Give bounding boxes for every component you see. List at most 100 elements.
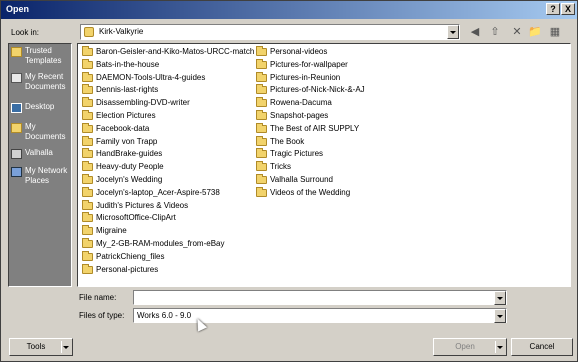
folder-name: Personal-videos [270,47,328,56]
chevron-down-icon[interactable] [447,25,459,39]
folder-icon [256,173,267,184]
place-desktop[interactable]: Desktop [9,102,71,116]
folder-name: Migraine [96,226,127,236]
folder-icon [82,263,93,274]
folder-name: DAEMON-Tools-Ultra-4-guides [96,72,206,82]
folder-icon [82,225,93,236]
folder-icon [256,109,267,120]
place-my-documents[interactable]: My Documents [9,122,71,146]
folder-icon [82,71,93,82]
folder-icon [256,97,267,108]
place-label: My Documents [25,122,66,141]
folder-icon [256,186,267,197]
place-label: My Network Places [25,166,68,185]
file-name-label: File name: [79,293,117,302]
folder-icon [82,161,93,172]
folder-icon [82,58,93,69]
folder-icon [82,122,93,133]
open-label: Open [455,342,475,351]
window-title: Open [6,4,30,14]
folder-name: The Best of AIR SUPPLY [270,123,360,133]
user-folder-icon [84,27,94,37]
folder-icon [256,135,267,146]
cancel-button[interactable]: Cancel [511,338,573,356]
folder-icon [82,173,93,184]
place-trusted-templates[interactable]: Trusted Templates [9,46,71,70]
folder-name: Snapshot-pages [270,110,329,120]
place-label: Trusted Templates [25,46,62,65]
chevron-down-icon[interactable] [494,309,506,323]
folder-name: Baron-Geisler-and-Kiko-Matos-URCC-match [96,47,255,56]
look-in-value: Kirk-Valkyrie [99,27,144,36]
places-bar: Trusted Templates My Recent Documents De… [8,43,72,287]
folder-name: Disassembling-DVD-writer [96,98,190,108]
folder-name: Pictures-in-Reunion [270,72,341,82]
help-button[interactable]: ? [546,3,560,15]
desktop-icon [11,103,22,113]
chevron-down-icon[interactable] [494,291,506,305]
open-button[interactable]: Open [433,338,507,356]
folder-name: The Book [270,136,305,146]
file-type-value: Works 6.0 - 9.0 [137,311,192,320]
folder-name: Valhalla Surround [270,174,334,184]
folder-icon [82,199,93,210]
network-icon [11,167,22,177]
tools-button[interactable]: Tools [9,338,73,356]
folder-icon [82,212,93,223]
tools-label: Tools [26,342,46,351]
folder-icon [11,123,22,133]
folder-name: Videos of the Wedding [270,187,351,197]
open-dialog: Open ? X Look in: Kirk-Valkyrie ◀ ⇧ ✕ 📁 … [0,0,578,362]
back-icon[interactable]: ◀ [467,23,483,41]
new-folder-icon[interactable]: 📁 [527,23,543,41]
cancel-label: Cancel [529,342,555,351]
look-in-dropdown[interactable]: Kirk-Valkyrie [80,24,460,40]
folder-name: Pictures-for-wallpaper [270,59,348,69]
split-divider [495,341,496,353]
folder-icon [256,161,267,172]
folder-name: Tragic Pictures [270,149,324,159]
folder-icon [256,58,267,69]
folder-name: Bats-in-the-house [96,59,160,69]
file-list[interactable]: Baron-Geisler-and-Kiko-Matos-URCC-match … [77,43,571,287]
folder-name: Facebook-data [96,123,150,133]
folder-icon [82,109,93,120]
folder-icon [82,237,93,248]
split-divider [61,341,62,353]
folder-icon [11,47,22,57]
place-network-places[interactable]: My Network Places [9,166,71,190]
folder-icon [82,84,93,95]
folder-name: PatrickChieng_files [96,251,165,261]
folder-name: Heavy-duty People [96,162,164,172]
folder-name: Election Pictures [96,110,156,120]
folder-name: Personal-pictures [96,264,159,274]
file-type-dropdown[interactable]: Works 6.0 - 9.0 [133,308,507,323]
up-folder-icon[interactable]: ⇧ [487,23,503,41]
place-recent-documents[interactable]: My Recent Documents [9,72,71,96]
place-label: Valhalla [25,148,53,157]
folder-icon [82,46,93,56]
place-label: My Recent Documents [25,72,66,91]
folder-icon [82,135,93,146]
folder-name: Jocelyn's Wedding [96,174,163,184]
file-name-field[interactable] [133,290,507,305]
folder-icon [256,84,267,95]
folder-name: HandBrake-guides [96,149,163,159]
folder-icon [256,71,267,82]
drive-icon [11,149,22,159]
file-type-label: Files of type: [79,311,125,320]
folder-name: Tricks [270,162,292,172]
delete-icon[interactable]: ✕ [509,23,525,41]
folder-name: Pictures-of-Nick-Nick-&-AJ [270,85,365,95]
folder-icon [256,46,267,56]
close-button[interactable]: X [561,3,575,15]
folder-name: Dennis-last-rights [96,85,159,95]
look-in-label: Look in: [11,28,40,37]
folder-icon [82,148,93,159]
views-icon[interactable]: ▦ [547,23,563,41]
place-label: Desktop [25,102,55,111]
place-valhalla[interactable]: Valhalla [9,148,71,162]
folder-name: Rowena-Dacuma [270,98,332,108]
folder-name: Family von Trapp [96,136,158,146]
folder-icon [82,97,93,108]
